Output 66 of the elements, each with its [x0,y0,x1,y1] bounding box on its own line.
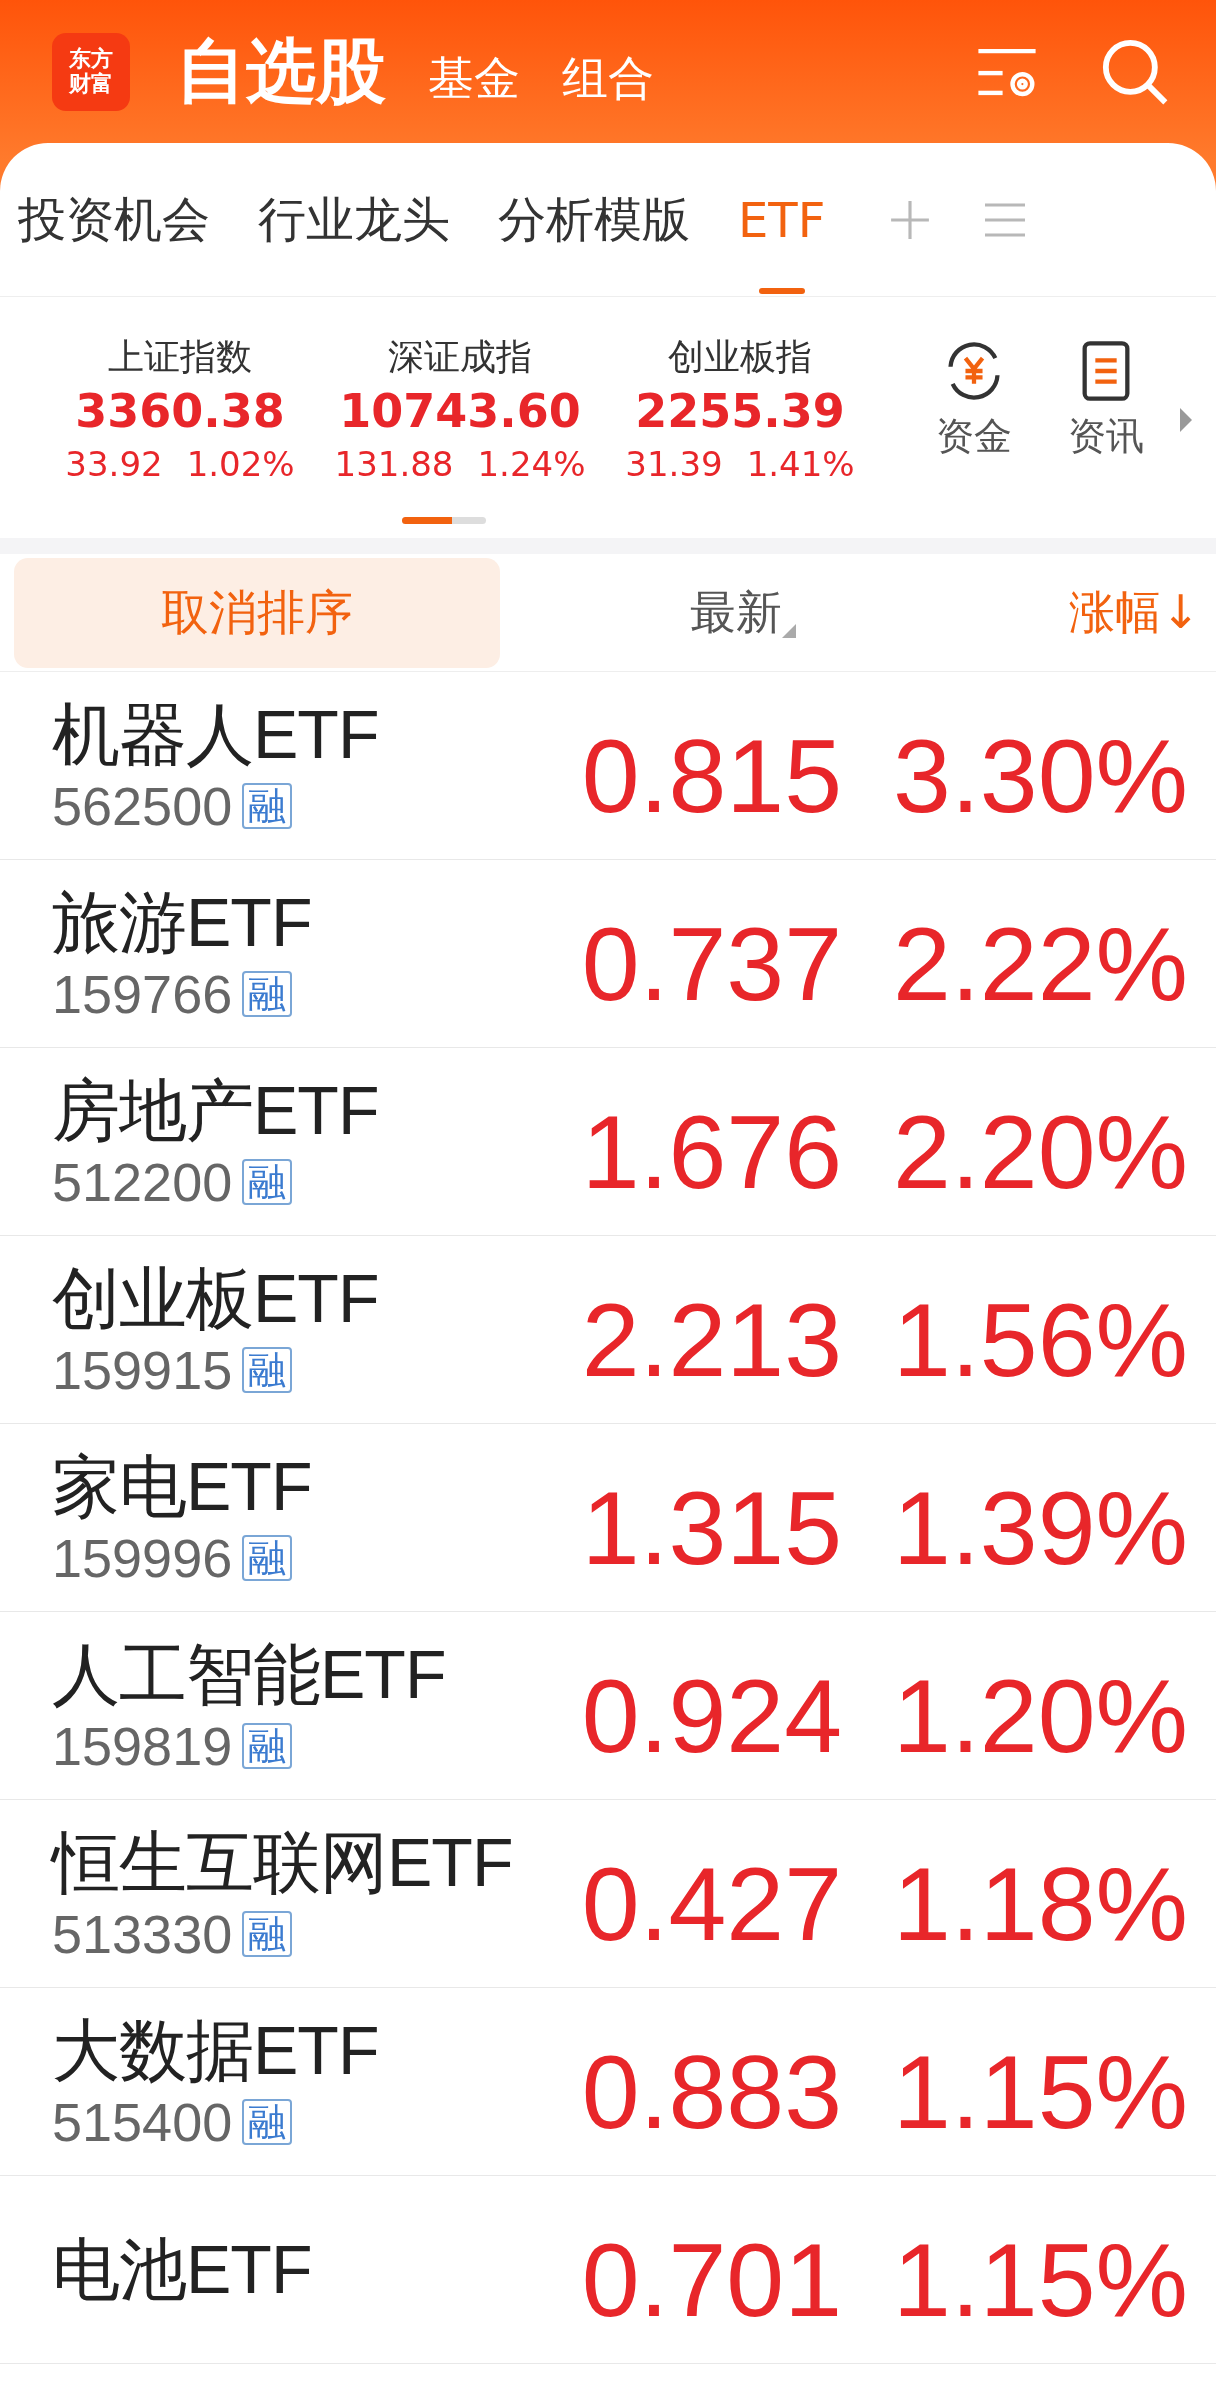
index-value: 2255.39 [635,384,845,438]
fund-name[interactable]: 家电ETF [52,1445,542,1528]
app-logo: 东方 财富 [52,32,130,111]
index-percent: 1.24% [477,444,586,484]
fund-code: 159819 [52,1715,233,1778]
index-name: 上证指数 [108,335,252,379]
change-percent: 3.30% [892,717,1188,836]
change-percent: 2.20% [892,1093,1188,1212]
margin-badge: 融 [242,1347,293,1394]
price-value: 0.737 [580,905,842,1024]
price-value: 0.815 [580,717,842,836]
fund-code: 159766 [52,963,233,1026]
fund-code: 512200 [52,1151,233,1214]
fund-name[interactable]: 恒生互联网ETF [52,1821,542,1904]
price-value: 2.213 [580,1281,842,1400]
index-change: 31.39 [625,444,723,484]
fund-code: 513330 [52,1903,233,1966]
menu-icon[interactable] [985,202,1026,237]
index-value: 3360.38 [75,384,285,438]
fund-name[interactable]: 房地产ETF [52,1069,542,1152]
margin-badge: 融 [242,1911,293,1958]
change-percent: 2.22% [892,905,1188,1024]
index-change: 33.92 [65,444,163,484]
price-value: 1.676 [580,1093,842,1212]
margin-badge: 融 [242,783,293,830]
fund-code: 515400 [52,2091,233,2154]
fund-name[interactable]: 电池ETF [52,2228,542,2311]
fund-name[interactable]: 机器人ETF [52,693,542,776]
fund-name[interactable]: 创业板ETF [52,1257,542,1340]
price-value: 0.924 [580,1657,842,1776]
category-tab[interactable]: 投资机会 [18,143,254,296]
index-value: 10743.60 [339,384,581,438]
fund-code: 159996 [52,1527,233,1590]
sort-icon [782,623,796,638]
change-percent: 1.20% [892,1657,1188,1776]
change-percent: 1.18% [892,1845,1188,1964]
margin-badge: 融 [242,1723,293,1770]
fund-code: 562500 [52,775,233,838]
index-change: 131.88 [334,444,454,484]
fund-name[interactable]: 大数据ETF [52,2009,542,2092]
shortcut-label[interactable]: 资金 [936,411,1012,462]
index-percent: 1.41% [746,444,855,484]
index-percent: 1.02% [186,444,295,484]
category-tab[interactable]: 分析模版 [498,143,734,296]
add-icon[interactable] [889,198,932,241]
shortcut-label[interactable]: 资讯 [1068,411,1144,462]
change-percent: 1.15% [892,2033,1188,2152]
price-value: 0.701 [580,2221,842,2340]
price-value: 1.315 [580,1469,842,1588]
category-tab[interactable]: 行业龙头 [258,143,494,296]
price-value: 0.883 [580,2033,842,2152]
margin-badge: 融 [242,971,293,1018]
margin-badge: 融 [242,2099,293,2146]
price-value: 0.427 [580,1845,842,1964]
change-percent: 1.15% [892,2221,1188,2340]
index-name: 深证成指 [388,335,532,379]
index-name: 创业板指 [668,335,812,379]
change-percent: 1.56% [892,1281,1188,1400]
caret-icon[interactable] [1180,407,1192,433]
margin-badge: 融 [242,1159,293,1206]
fund-name[interactable]: 旅游ETF [52,881,542,964]
column-header[interactable]: 最新 [690,581,782,644]
margin-badge: 融 [242,1535,293,1582]
fund-code: 159915 [52,1339,233,1402]
fund-name[interactable]: 人工智能ETF [52,1633,542,1716]
change-percent: 1.39% [892,1469,1188,1588]
